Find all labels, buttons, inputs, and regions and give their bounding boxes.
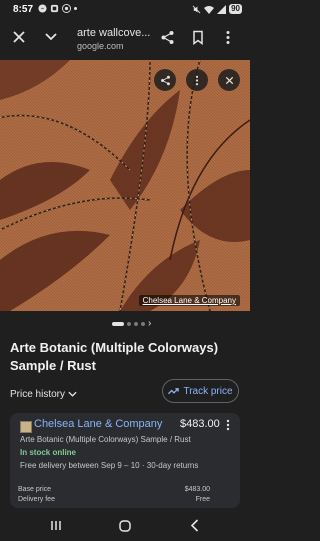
delivery-fee-row: Delivery fee Free — [18, 496, 210, 503]
product-title: Arte Botanic (Multiple Colorways) Sample… — [10, 340, 219, 373]
mute-icon — [192, 5, 201, 13]
base-price-label: Base price — [18, 486, 52, 493]
store-name-link[interactable]: Chelsea Lane & Company — [34, 418, 162, 430]
wifi-icon — [204, 5, 215, 14]
delivery-fee-value: Free — [195, 496, 210, 503]
store-logo — [20, 421, 32, 433]
carousel-dot[interactable] — [112, 322, 124, 326]
base-price-value: $483.00 — [184, 486, 210, 493]
trending-icon — [168, 388, 180, 395]
chevron-down-icon[interactable] — [44, 31, 58, 43]
carousel-indicator — [112, 322, 145, 326]
close-icon[interactable] — [12, 30, 26, 44]
page-url: google.com — [77, 41, 124, 51]
carousel-dot[interactable] — [134, 322, 138, 326]
delivery-info: Free delivery between Sep 9 – 10 · 30-da… — [20, 461, 199, 470]
browser-top-bar: arte wallcove... google.com — [0, 20, 250, 60]
track-price-button[interactable]: Track price — [162, 379, 239, 403]
product-image[interactable] — [0, 60, 250, 311]
image-source-link[interactable]: Chelsea Lane & Company — [138, 295, 240, 306]
chevron-down-icon — [68, 391, 77, 397]
more-vert-icon[interactable] — [226, 30, 230, 45]
chrome-icon — [62, 4, 71, 13]
battery-indicator: 90 — [229, 4, 242, 14]
share-icon[interactable] — [160, 30, 175, 45]
back-icon[interactable] — [190, 519, 199, 532]
offer-price: $483.00 — [180, 418, 220, 430]
notification-icon — [50, 4, 59, 13]
botanic-wallpaper-pattern — [0, 60, 250, 311]
page-title: arte wallcove... — [77, 27, 151, 39]
image-more-button[interactable] — [186, 69, 208, 91]
messenger-icon — [38, 4, 47, 13]
offer-description: Arte Botanic (Multiple Colorways) Sample… — [20, 435, 191, 444]
carousel-next-icon[interactable]: › — [148, 318, 151, 329]
stock-status: In stock online — [20, 448, 77, 457]
close-icon — [225, 76, 233, 84]
system-nav-bar — [0, 510, 250, 541]
image-share-button[interactable] — [154, 69, 176, 91]
home-icon[interactable] — [119, 520, 131, 532]
recents-icon[interactable] — [50, 520, 62, 531]
more-dot-icon — [74, 7, 77, 10]
more-vert-icon — [195, 75, 199, 85]
carousel-dot[interactable] — [141, 322, 145, 326]
signal-icon — [217, 4, 227, 14]
track-price-label: Track price — [183, 385, 233, 397]
delivery-fee-label: Delivery fee — [18, 496, 55, 503]
carousel-dot[interactable] — [127, 322, 131, 326]
share-icon — [160, 75, 170, 85]
price-history-label: Price history — [10, 389, 66, 400]
image-close-button[interactable] — [218, 69, 240, 91]
base-price-row: Base price $483.00 — [18, 486, 210, 493]
price-history-toggle[interactable]: Price history — [10, 389, 77, 400]
offer-card[interactable]: Chelsea Lane & Company $483.00 Arte Bota… — [10, 413, 240, 508]
status-time: 8:57 — [13, 4, 34, 15]
status-bar: 8:57 90 — [0, 0, 250, 20]
more-vert-icon[interactable] — [226, 419, 230, 431]
bookmark-icon[interactable] — [192, 30, 204, 45]
